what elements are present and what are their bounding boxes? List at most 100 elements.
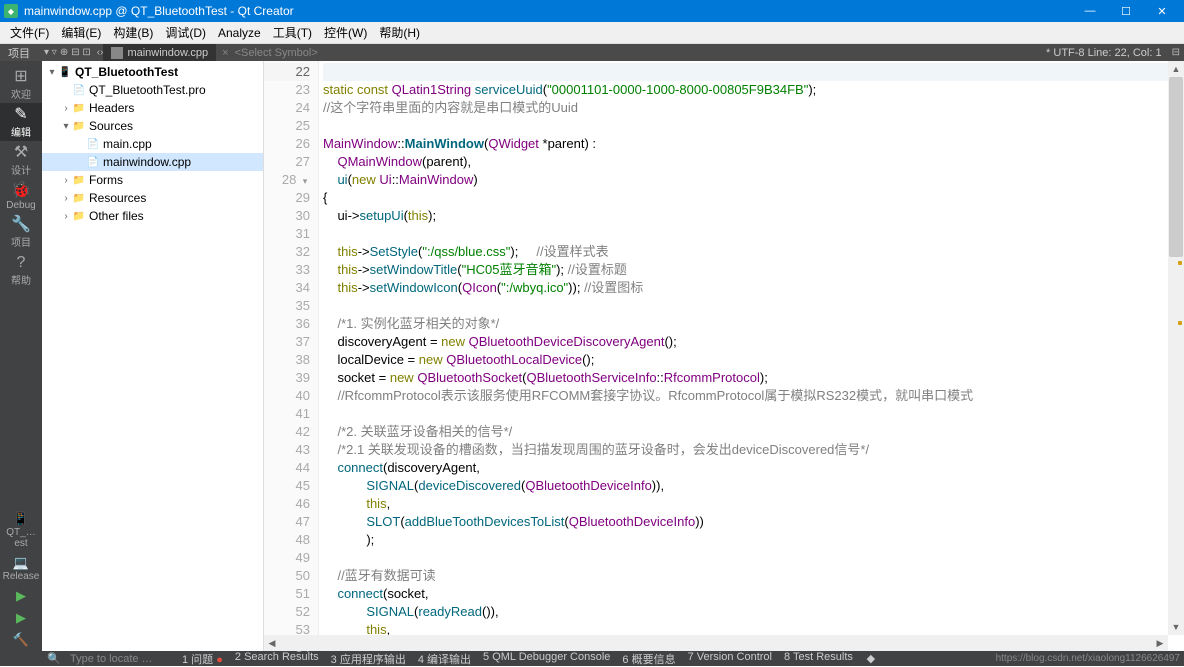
- menu-item-3[interactable]: 调试(D): [159, 22, 212, 43]
- maximize-button[interactable]: ☐: [1108, 0, 1144, 22]
- code-line[interactable]: SIGNAL(deviceDiscovered(QBluetoothDevice…: [323, 477, 1180, 495]
- kit-button-2[interactable]: ▶: [0, 585, 42, 607]
- mode-Debug[interactable]: 🐞Debug: [0, 179, 42, 213]
- line-number[interactable]: 35: [264, 297, 310, 315]
- tree-arrow-icon[interactable]: ▾: [46, 67, 58, 78]
- tree-arrow-icon[interactable]: ›: [60, 175, 72, 186]
- vertical-scrollbar[interactable]: ▲ ▼: [1168, 61, 1184, 635]
- menu-item-7[interactable]: 帮助(H): [373, 22, 426, 43]
- fold-icon[interactable]: ▾: [300, 172, 310, 190]
- tree-arrow-icon[interactable]: ›: [60, 193, 72, 204]
- code-line[interactable]: [323, 405, 1180, 423]
- code-line[interactable]: this->SetStyle(":/qss/blue.css"); //设置样式…: [323, 243, 1180, 261]
- menu-item-1[interactable]: 编辑(E): [55, 22, 107, 43]
- line-number[interactable]: 39: [264, 369, 310, 387]
- minimize-button[interactable]: —: [1072, 0, 1108, 22]
- code-area[interactable]: static const QLatin1String serviceUuid("…: [319, 61, 1184, 651]
- code-line[interactable]: static const QLatin1String serviceUuid("…: [323, 81, 1180, 99]
- code-line[interactable]: /*2. 关联蓝牙设备相关的信号*/: [323, 423, 1180, 441]
- cursor-position[interactable]: * UTF-8 Line: 22, Col: 1: [1040, 47, 1168, 59]
- scroll-thumb-v[interactable]: [1169, 77, 1183, 257]
- line-number[interactable]: 33: [264, 261, 310, 279]
- line-number[interactable]: 48: [264, 531, 310, 549]
- code-line[interactable]: connect(socket,: [323, 585, 1180, 603]
- kit-button-4[interactable]: 🔨: [0, 629, 42, 651]
- chevron-icon[interactable]: ◆: [859, 652, 883, 665]
- line-number[interactable]: 51: [264, 585, 310, 603]
- line-number[interactable]: 41: [264, 405, 310, 423]
- menu-item-0[interactable]: 文件(F): [4, 22, 55, 43]
- code-line[interactable]: socket = new QBluetoothSocket(QBluetooth…: [323, 369, 1180, 387]
- line-gutter[interactable]: 22 23 24 25 26 27 28 ▾29 30 31 32 33 34 …: [264, 61, 319, 651]
- symbol-selector[interactable]: × <Select Symbol>: [216, 44, 324, 61]
- code-line[interactable]: //蓝牙有数据可读: [323, 567, 1180, 585]
- code-line[interactable]: this,: [323, 495, 1180, 513]
- line-number[interactable]: 37: [264, 333, 310, 351]
- code-line[interactable]: localDevice = new QBluetoothLocalDevice(…: [323, 351, 1180, 369]
- close-symbol-icon[interactable]: ×: [222, 47, 228, 59]
- scroll-left-icon[interactable]: ◀: [264, 638, 280, 649]
- code-line[interactable]: ui->setupUi(this);: [323, 207, 1180, 225]
- tree-arrow-icon[interactable]: ›: [60, 103, 72, 114]
- status-pane-3[interactable]: 4 编译输出: [412, 651, 477, 667]
- line-number[interactable]: 45: [264, 477, 310, 495]
- status-pane-0[interactable]: 1 问题 ●: [176, 651, 229, 667]
- menu-item-4[interactable]: Analyze: [212, 24, 267, 42]
- tree-item-Resources[interactable]: ›📁Resources: [42, 189, 263, 207]
- horizontal-scrollbar[interactable]: ◀ ▶: [264, 635, 1168, 651]
- menu-item-6[interactable]: 控件(W): [318, 22, 373, 43]
- line-number[interactable]: 50: [264, 567, 310, 585]
- line-number[interactable]: 49: [264, 549, 310, 567]
- line-number[interactable]: 44: [264, 459, 310, 477]
- line-number[interactable]: 29: [264, 189, 310, 207]
- code-line[interactable]: SLOT(addBlueToothDevicesToList(QBluetoot…: [323, 513, 1180, 531]
- line-number[interactable]: 47: [264, 513, 310, 531]
- code-line[interactable]: this->setWindowIcon(QIcon(":/wbyq.ico"))…: [323, 279, 1180, 297]
- kit-button-1[interactable]: 💻Release: [0, 552, 42, 585]
- code-editor[interactable]: 22 23 24 25 26 27 28 ▾29 30 31 32 33 34 …: [264, 61, 1184, 651]
- code-line[interactable]: //RfcommProtocol表示该服务使用RFCOMM套接字协议。Rfcom…: [323, 387, 1180, 405]
- line-number[interactable]: 30: [264, 207, 310, 225]
- line-number[interactable]: 42: [264, 423, 310, 441]
- filter-icon[interactable]: ▾ ▿: [44, 47, 57, 58]
- line-number[interactable]: 32: [264, 243, 310, 261]
- line-number[interactable]: 28 ▾: [264, 171, 310, 189]
- split-icon[interactable]: ⊟ ⊡: [71, 47, 91, 58]
- tree-item-Forms[interactable]: ›📁Forms: [42, 171, 263, 189]
- line-number[interactable]: 38: [264, 351, 310, 369]
- line-number[interactable]: 43: [264, 441, 310, 459]
- line-number[interactable]: 34: [264, 279, 310, 297]
- project-tab-label[interactable]: 项目: [0, 44, 38, 61]
- tree-item-QT_BluetoothTest[interactable]: ▾📱QT_BluetoothTest: [42, 63, 263, 81]
- code-line[interactable]: [323, 297, 1180, 315]
- file-tab[interactable]: mainwindow.cpp: [103, 44, 216, 61]
- code-line[interactable]: [323, 63, 1180, 81]
- line-number[interactable]: 52: [264, 603, 310, 621]
- status-pane-4[interactable]: 5 QML Debugger Console: [477, 651, 616, 667]
- tree-item-Sources[interactable]: ▾📁Sources: [42, 117, 263, 135]
- menu-item-5[interactable]: 工具(T): [267, 22, 318, 43]
- code-line[interactable]: );: [323, 531, 1180, 549]
- locator-input[interactable]: Type to locate …: [66, 653, 176, 665]
- code-line[interactable]: connect(discoveryAgent,: [323, 459, 1180, 477]
- line-number[interactable]: 23: [264, 81, 310, 99]
- status-pane-6[interactable]: 7 Version Control: [682, 651, 778, 667]
- line-number[interactable]: 24: [264, 99, 310, 117]
- code-line[interactable]: //这个字符串里面的内容就是串口模式的Uuid: [323, 99, 1180, 117]
- scroll-down-icon[interactable]: ▼: [1168, 619, 1184, 635]
- mode-编辑[interactable]: ✎编辑: [0, 103, 42, 141]
- scroll-up-icon[interactable]: ▲: [1168, 61, 1184, 77]
- tree-item-QT_BluetoothTest.pro[interactable]: 📄QT_BluetoothTest.pro: [42, 81, 263, 99]
- line-number[interactable]: 27: [264, 153, 310, 171]
- code-line[interactable]: [323, 549, 1180, 567]
- status-pane-7[interactable]: 8 Test Results: [778, 651, 859, 667]
- code-line[interactable]: {: [323, 189, 1180, 207]
- status-pane-5[interactable]: 6 概要信息: [616, 651, 681, 667]
- line-number[interactable]: 26: [264, 135, 310, 153]
- project-tree[interactable]: ▾📱QT_BluetoothTest📄QT_BluetoothTest.pro ›…: [42, 61, 264, 651]
- line-number[interactable]: 36: [264, 315, 310, 333]
- code-line[interactable]: QMainWindow(parent),: [323, 153, 1180, 171]
- code-line[interactable]: discoveryAgent = new QBluetoothDeviceDis…: [323, 333, 1180, 351]
- menu-item-2[interactable]: 构建(B): [107, 22, 159, 43]
- mode-欢迎[interactable]: ⊞欢迎: [0, 65, 42, 103]
